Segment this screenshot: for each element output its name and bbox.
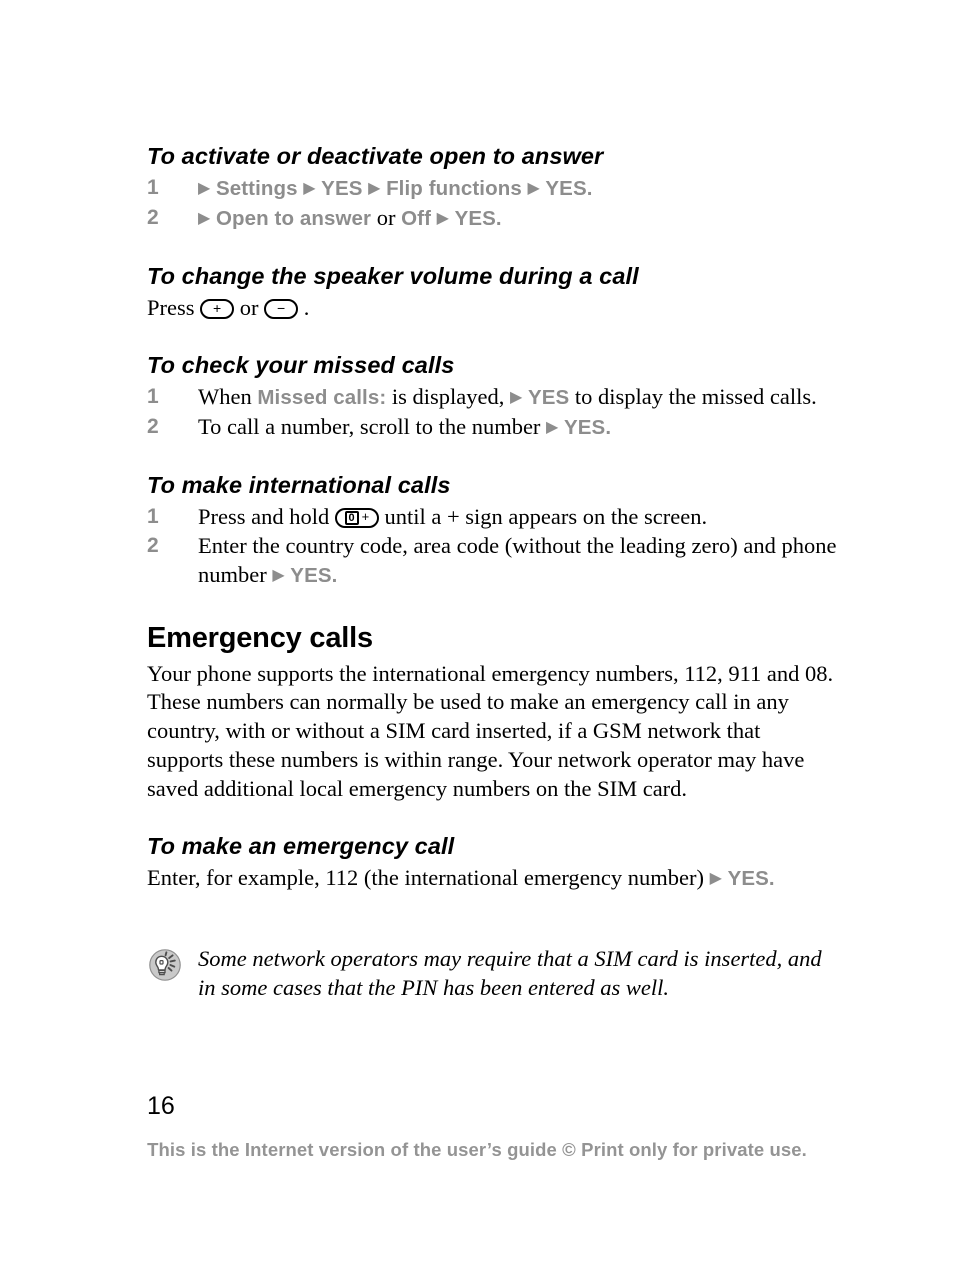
- when-label: When: [198, 384, 252, 410]
- section-speaker-volume: To change the speaker volume during a ca…: [147, 263, 837, 323]
- triangle-right-icon: ▶: [436, 210, 449, 228]
- period: .: [605, 416, 612, 440]
- period: .: [331, 563, 338, 587]
- heading-speaker-volume: To change the speaker volume during a ca…: [147, 262, 639, 289]
- ui-term-open-to-answer: Open to answer: [215, 207, 372, 231]
- is-displayed-label: is displayed,: [391, 384, 505, 410]
- list-item: 2 ▶ Open to answer or Off ▶ YES.: [147, 204, 837, 234]
- speaker-volume-instruction: Press + or − .: [147, 294, 837, 323]
- triangle-right-icon: ▶: [709, 869, 722, 887]
- step-number: 1: [147, 505, 159, 529]
- steps-missed-calls: 1 When Missed calls: is displayed, ▶ YES…: [147, 383, 837, 443]
- zero-key-label: 0: [344, 511, 359, 526]
- period: .: [303, 295, 310, 321]
- step-leading-text: To call a number, scroll to the number: [198, 414, 541, 440]
- triangle-right-icon: ▶: [368, 180, 381, 198]
- heading-emergency-calls: Emergency calls: [147, 621, 373, 654]
- step-trailing-text: to display the missed calls.: [574, 384, 817, 410]
- triangle-right-icon: ▶: [303, 180, 316, 198]
- step-number: 1: [147, 176, 159, 200]
- ui-term-yes: YES: [545, 177, 587, 201]
- triangle-right-icon: ▶: [198, 210, 211, 228]
- section-emergency-calls: Emergency calls Your phone supports the …: [147, 621, 837, 804]
- plus-sign-label: +: [361, 509, 370, 525]
- emergency-calls-paragraph: Your phone supports the international em…: [147, 660, 834, 801]
- step-number: 2: [147, 206, 159, 230]
- ui-term-yes: YES: [727, 866, 769, 890]
- ui-term-off: Off: [401, 207, 432, 231]
- ui-term-yes: YES: [290, 563, 332, 587]
- triangle-right-icon: ▶: [527, 180, 540, 198]
- footer-disclaimer: This is the Internet version of the user…: [147, 1139, 807, 1160]
- heading-missed-calls: To check your missed calls: [147, 352, 455, 379]
- ui-term-yes: YES: [527, 386, 570, 410]
- ui-term-yes: YES: [563, 416, 606, 440]
- list-item: 1 ▶ Settings ▶ YES ▶ Flip functions ▶ YE…: [147, 174, 837, 204]
- step-trailing-text: until a + sign appears on the screen.: [384, 504, 708, 530]
- volume-up-key-icon: +: [200, 299, 235, 320]
- period: .: [495, 207, 502, 231]
- heading-open-to-answer: To activate or deactivate open to answer: [147, 143, 604, 169]
- conjunction-or: or: [239, 295, 259, 321]
- period: .: [586, 177, 593, 201]
- make-emergency-call-instruction: Enter, for example, 112 (the internation…: [147, 864, 837, 894]
- lightbulb-tip-icon: [149, 949, 181, 981]
- page-content: To activate or deactivate open to answer…: [147, 143, 837, 1025]
- step-number: 2: [147, 534, 159, 558]
- list-item: 1 Press and hold 0 + until a + sign appea…: [147, 503, 837, 532]
- ui-term-flip-functions: Flip functions: [386, 177, 522, 201]
- period: .: [768, 866, 775, 890]
- triangle-right-icon: ▶: [510, 389, 523, 407]
- steps-open-to-answer: 1 ▶ Settings ▶ YES ▶ Flip functions ▶ YE…: [147, 174, 837, 234]
- press-and-hold-label: Press and hold: [198, 504, 330, 530]
- ui-term-yes: YES: [321, 177, 363, 201]
- triangle-right-icon: ▶: [198, 180, 211, 198]
- note-text: Some network operators may require that …: [198, 946, 822, 1000]
- steps-international-calls: 1 Press and hold 0 + until a + sign appea…: [147, 503, 837, 590]
- step-text: To call a number, scroll to the number ▶…: [198, 413, 837, 443]
- step-text: ▶ Open to answer or Off ▶ YES.: [198, 204, 837, 234]
- step-text: Press and hold 0 + until a + sign appears…: [198, 503, 837, 532]
- step-number: 2: [147, 415, 159, 439]
- list-item: 1 When Missed calls: is displayed, ▶ YES…: [147, 383, 837, 413]
- triangle-right-icon: ▶: [546, 419, 559, 437]
- step-text: When Missed calls: is displayed, ▶ YES t…: [198, 383, 837, 413]
- step-text: Enter the country code, area code (witho…: [198, 532, 837, 591]
- ui-term-settings: Settings: [215, 177, 298, 201]
- ui-term-missed-calls: Missed calls:: [257, 386, 387, 410]
- triangle-right-icon: ▶: [272, 566, 285, 584]
- step-number: 1: [147, 385, 159, 409]
- note-block: Some network operators may require that …: [147, 945, 837, 1003]
- list-item: 2 To call a number, scroll to the number…: [147, 413, 837, 443]
- heading-international-calls: To make international calls: [147, 471, 451, 498]
- section-open-to-answer: To activate or deactivate open to answer…: [147, 143, 837, 234]
- heading-make-emergency-call: To make an emergency call: [147, 832, 455, 859]
- list-item: 2 Enter the country code, area code (wit…: [147, 532, 837, 591]
- conjunction-or: or: [376, 205, 396, 231]
- zero-plus-key-icon: 0 +: [334, 508, 379, 529]
- section-international-calls: To make international calls 1 Press and …: [147, 472, 837, 591]
- manual-page: To activate or deactivate open to answer…: [0, 0, 954, 1269]
- volume-down-key-icon: −: [264, 299, 299, 320]
- section-make-emergency-call: To make an emergency call Enter, for exa…: [147, 833, 837, 894]
- section-missed-calls: To check your missed calls 1 When Missed…: [147, 352, 837, 443]
- step-text: ▶ Settings ▶ YES ▶ Flip functions ▶ YES.: [198, 174, 837, 204]
- page-number: 16: [147, 1092, 175, 1120]
- press-label: Press: [147, 295, 195, 321]
- ui-term-yes: YES: [454, 207, 496, 231]
- instruction-text: Enter, for example, 112 (the internation…: [147, 864, 705, 890]
